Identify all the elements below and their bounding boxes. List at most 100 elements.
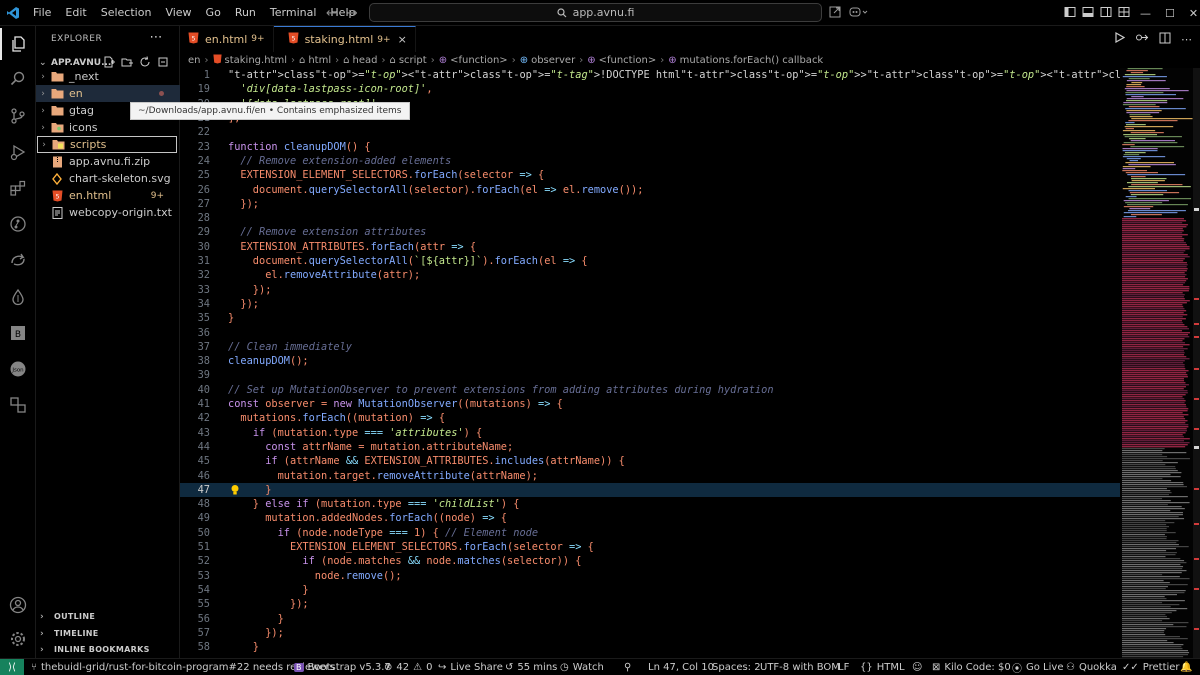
code-line[interactable]: 19 'div[data-lastpass-icon-root]', — [180, 82, 1120, 96]
code-line[interactable]: 35} — [180, 311, 1120, 325]
code-line[interactable]: 47 } — [180, 482, 1120, 497]
code-line[interactable]: 49 mutation.addedNodes.forEach((node) =>… — [180, 511, 1120, 525]
run-debug-icon[interactable] — [0, 136, 36, 168]
close-window-icon[interactable]: ✕ — [1189, 7, 1198, 20]
code-line[interactable]: 53 node.remove(); — [180, 569, 1120, 583]
code-line[interactable]: 33 }); — [180, 283, 1120, 297]
menu-selection[interactable]: Selection — [94, 0, 159, 26]
breadcrumb-item[interactable]: script — [399, 55, 427, 66]
split-editor-icon[interactable] — [1159, 32, 1171, 47]
copilot-icon[interactable] — [849, 6, 869, 21]
tree-item-en[interactable]: › en — [36, 85, 180, 102]
breadcrumb-item[interactable]: staking.html — [225, 55, 287, 66]
minimize-icon[interactable]: — — [1140, 7, 1151, 20]
code-line[interactable]: 28 — [180, 211, 1120, 225]
code-line[interactable]: 54 } — [180, 583, 1120, 597]
source-control-icon[interactable] — [0, 100, 36, 132]
toggle-panel-icon[interactable] — [1082, 6, 1094, 21]
timer-status[interactable]: ↺ 55 mins — [505, 659, 557, 675]
code-line[interactable]: 22 — [180, 125, 1120, 139]
code-line[interactable]: 51 EXTENSION_ELEMENT_SELECTORS.forEach(s… — [180, 540, 1120, 554]
bootstrap-status[interactable]: B Bootstrap v5.3.7 — [294, 659, 391, 675]
nav-back-icon[interactable]: ← — [326, 6, 337, 21]
tree-item-icons[interactable]: › icons — [36, 119, 180, 136]
search-icon[interactable] — [0, 63, 36, 95]
quokka-status[interactable]: ⚇ Quokka — [1066, 659, 1117, 675]
code-line[interactable]: 40 // Set up MutationObserver to prevent … — [180, 383, 1120, 397]
timeline-section[interactable]: › TIMELINE — [36, 625, 180, 642]
pull-request-status[interactable]: ⑂ thebuidl-grid/rust-for-bitcoin-program… — [31, 659, 335, 675]
code-line[interactable]: 55 }); — [180, 597, 1120, 611]
notifications-bell-icon[interactable]: 🔔 — [1180, 659, 1192, 675]
cursor-position[interactable]: Ln 47, Col 10 — [648, 659, 714, 675]
code-line[interactable]: 41 const observer = new MutationObserver(… — [180, 397, 1120, 411]
code-line[interactable]: 46 mutation.target.removeAttribute(attrN… — [180, 468, 1120, 482]
code-line[interactable]: 56 } — [180, 611, 1120, 625]
code-line[interactable]: 27 }); — [180, 197, 1120, 211]
remote-indicator-icon[interactable]: ⟩⟨ — [0, 658, 24, 675]
code-line[interactable]: 58 } — [180, 640, 1120, 654]
gitlens-icon[interactable] — [0, 208, 36, 240]
code-line[interactable]: 23 function cleanupDOM() { — [180, 140, 1120, 154]
tab-staking-html[interactable]: 5 staking.html 9+ × — [273, 26, 416, 52]
tree-item-scripts[interactable]: › scripts — [37, 136, 177, 153]
minimap[interactable] — [1120, 68, 1200, 658]
account-icon[interactable] — [0, 589, 36, 621]
code-line[interactable]: 29 // Remove extension attributes — [180, 225, 1120, 239]
customize-layout-icon[interactable] — [1118, 6, 1130, 21]
menu-file[interactable]: File — [26, 0, 58, 26]
code-line[interactable]: 44 const attrName = mutation.attributeNa… — [180, 440, 1120, 454]
language-mode[interactable]: {} HTML — [860, 659, 905, 675]
open-in-browser-icon[interactable] — [829, 6, 841, 21]
menu-terminal[interactable]: Terminal — [263, 0, 324, 26]
go-live-button[interactable]: ⦿ Go Live — [1012, 659, 1063, 675]
code-line[interactable]: 24 // Remove extension-added elements — [180, 154, 1120, 168]
more-actions-icon[interactable]: ⋯ — [1181, 33, 1192, 46]
maximize-icon[interactable]: ☐ — [1165, 7, 1175, 20]
database-icon[interactable]: B — [0, 317, 36, 349]
menu-go[interactable]: Go — [199, 0, 228, 26]
breadcrumb-item[interactable]: observer — [531, 55, 575, 66]
run-icon[interactable] — [1114, 31, 1126, 46]
code-line[interactable]: 25 EXTENSION_ELEMENT_SELECTORS.forEach(s… — [180, 168, 1120, 182]
kilo-code-status[interactable]: ⊠ Kilo Code: $0 — [932, 659, 1011, 675]
close-tab-icon[interactable]: × — [398, 33, 407, 46]
code-line[interactable]: 48 } else if (mutation.type === 'childLi… — [180, 497, 1120, 511]
tree-item-en-html[interactable]: 5 en.html 9+ — [36, 187, 180, 204]
encoding-status[interactable]: UTF-8 with BOM — [760, 659, 840, 675]
code-line[interactable]: 52 if (node.matches && node.matches(sele… — [180, 554, 1120, 568]
code-line[interactable]: 39 — [180, 368, 1120, 382]
tree-item-next[interactable]: › _next — [36, 68, 180, 85]
code-line[interactable]: 1 "t-attr">class"t-op">="t-op"><"t-attr">… — [180, 68, 1120, 82]
code-line[interactable]: 57 }); — [180, 626, 1120, 640]
breadcrumb-item[interactable]: en — [188, 55, 201, 66]
extension-drop-icon[interactable] — [0, 281, 36, 313]
code-line[interactable]: 34 }); — [180, 297, 1120, 311]
remote-explorer-icon[interactable] — [0, 244, 36, 276]
nav-forward-icon[interactable]: → — [347, 6, 358, 21]
breadcrumb-item[interactable]: html — [308, 55, 331, 66]
code-editor[interactable]: 1 "t-attr">class"t-op">="t-op"><"t-attr">… — [180, 68, 1120, 658]
open-changes-icon[interactable] — [1135, 32, 1149, 46]
menu-run[interactable]: Run — [228, 0, 263, 26]
indentation-status[interactable]: Spaces: 2 — [712, 659, 761, 675]
extensions-icon[interactable] — [0, 172, 36, 204]
code-line[interactable]: 31 document.querySelectorAll(`[${attr}]`… — [180, 254, 1120, 268]
breadcrumb-item[interactable]: head — [352, 55, 377, 66]
copilot-status-icon[interactable]: ☺ — [912, 659, 922, 675]
code-line[interactable]: 37 // Clean immediately — [180, 340, 1120, 354]
settings-gear-icon[interactable] — [0, 623, 36, 655]
code-line[interactable]: 30 EXTENSION_ATTRIBUTES.forEach(attr => … — [180, 240, 1120, 254]
more-actions-icon[interactable]: ⋯ — [150, 30, 164, 45]
breadcrumb-item[interactable]: <function> — [599, 55, 657, 66]
toggle-secondary-sidebar-icon[interactable] — [1100, 6, 1112, 21]
code-line[interactable]: 42 mutations.forEach((mutation) => { — [180, 411, 1120, 425]
breadcrumb-item[interactable]: <function> — [450, 55, 508, 66]
explorer-icon[interactable] — [0, 28, 36, 60]
code-line[interactable]: 38 cleanupDOM(); — [180, 354, 1120, 368]
tree-item-svg[interactable]: chart-skeleton.svg — [36, 170, 180, 187]
tab-en-html[interactable]: 5 en.html 9+ — [180, 26, 274, 52]
outline-section[interactable]: › OUTLINE — [36, 608, 180, 625]
toggle-primary-sidebar-icon[interactable] — [1064, 6, 1076, 21]
inline-bookmarks-section[interactable]: › INLINE BOOKMARKS — [36, 641, 180, 658]
